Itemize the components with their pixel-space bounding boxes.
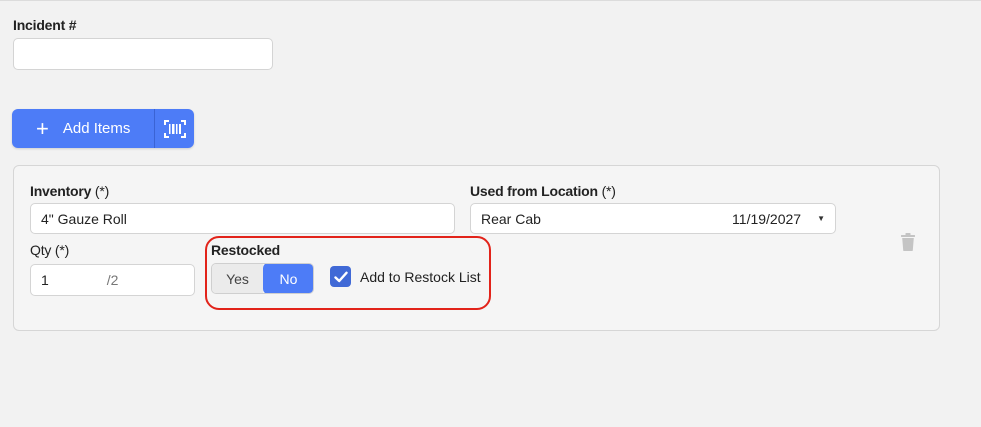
- add-items-button-group: + Add Items: [12, 109, 194, 148]
- qty-label: Qty (*): [30, 242, 69, 258]
- highlight-annotation: [205, 236, 491, 310]
- barcode-scan-icon: [163, 119, 186, 138]
- trash-icon: [901, 233, 915, 251]
- inventory-label: Inventory (*): [30, 183, 109, 199]
- inventory-value: 4" Gauze Roll: [41, 210, 127, 227]
- plus-icon: +: [36, 115, 49, 141]
- location-value: Rear Cab: [481, 210, 541, 227]
- page: Incident # + Add Items Inventory (*) 4" …: [0, 0, 981, 427]
- caret-down-icon: ▼: [817, 214, 825, 223]
- incident-label: Incident #: [13, 17, 77, 33]
- inventory-label-text: Inventory: [30, 183, 92, 199]
- inventory-required-marker: (*): [94, 183, 110, 199]
- inventory-input[interactable]: 4" Gauze Roll: [30, 203, 455, 234]
- location-date: 11/19/2027: [732, 210, 802, 227]
- delete-item-button[interactable]: [901, 233, 915, 256]
- add-items-button[interactable]: + Add Items: [12, 109, 155, 148]
- barcode-scan-button[interactable]: [155, 109, 194, 148]
- location-label-text: Used from Location: [470, 183, 598, 199]
- location-select[interactable]: Rear Cab 11/19/2027 ▼: [470, 203, 836, 234]
- qty-max: /2: [106, 272, 119, 288]
- qty-label-text: Qty: [30, 242, 52, 258]
- qty-value: 1: [41, 272, 49, 288]
- location-label: Used from Location (*): [470, 183, 616, 199]
- incident-label-text: Incident #: [13, 17, 77, 33]
- add-items-label: Add Items: [62, 120, 131, 137]
- incident-input[interactable]: [13, 38, 273, 70]
- qty-required-marker: (*): [54, 242, 70, 258]
- location-required-marker: (*): [601, 183, 616, 199]
- qty-input[interactable]: 1 /2: [30, 264, 195, 296]
